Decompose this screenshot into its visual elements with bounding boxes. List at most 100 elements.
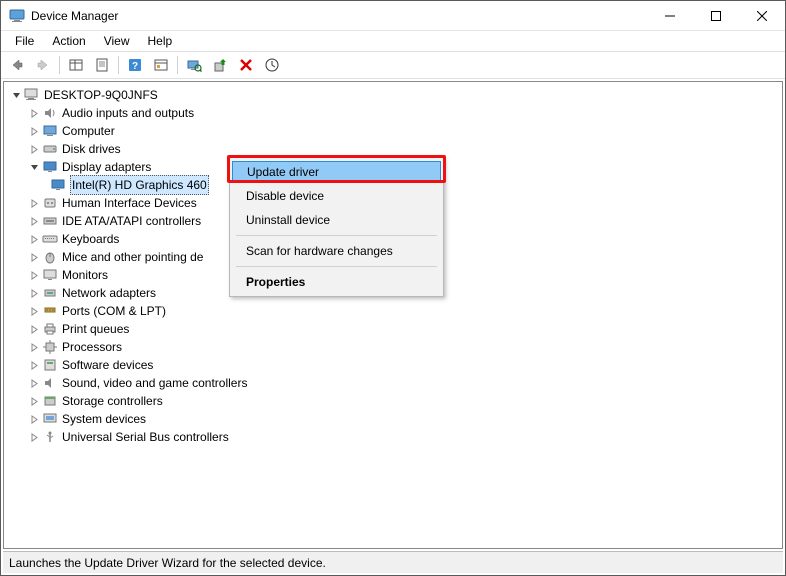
tree-label: Keyboards: [62, 230, 119, 248]
software-icon: [42, 357, 58, 373]
toolbar-separator: [118, 56, 119, 74]
toolbar-enable-button[interactable]: [260, 54, 284, 76]
tree-label: Audio inputs and outputs: [62, 104, 194, 122]
cpu-icon: [42, 339, 58, 355]
toolbar-separator: [177, 56, 178, 74]
system-icon: [42, 411, 58, 427]
titlebar: Device Manager: [1, 1, 785, 31]
window-title: Device Manager: [31, 9, 118, 23]
chevron-right-icon[interactable]: [28, 431, 40, 443]
device-manager-window: Device Manager File Action View Help: [0, 0, 786, 576]
tree-label: Universal Serial Bus controllers: [62, 428, 229, 446]
chevron-right-icon[interactable]: [28, 143, 40, 155]
tree-label: Display adapters: [62, 158, 151, 176]
toolbar-update-driver-button[interactable]: [208, 54, 232, 76]
close-button[interactable]: [739, 1, 785, 31]
toolbar: ?: [1, 51, 785, 79]
chevron-right-icon[interactable]: [28, 305, 40, 317]
toolbar-help-button[interactable]: ?: [123, 54, 147, 76]
ctx-label: Properties: [246, 275, 305, 289]
svg-text:?: ?: [132, 61, 138, 72]
computer-icon: [42, 123, 58, 139]
tree-label: Ports (COM & LPT): [62, 302, 166, 320]
monitor-icon: [42, 267, 58, 283]
chevron-right-icon[interactable]: [28, 197, 40, 209]
disk-icon: [42, 141, 58, 157]
tree-label: Intel(R) HD Graphics 460: [70, 175, 209, 195]
tree-root[interactable]: DESKTOP-9Q0JNFS: [8, 86, 782, 104]
chevron-right-icon[interactable]: [28, 107, 40, 119]
printer-icon: [42, 321, 58, 337]
chevron-right-icon[interactable]: [28, 323, 40, 335]
chevron-right-icon[interactable]: [28, 215, 40, 227]
ctx-label: Update driver: [247, 165, 319, 179]
tree-label: Human Interface Devices: [62, 194, 197, 212]
maximize-button[interactable]: [693, 1, 739, 31]
tree-category-software[interactable]: Software devices: [8, 356, 782, 374]
ctx-separator: [236, 266, 437, 267]
tree-root-label: DESKTOP-9Q0JNFS: [44, 86, 158, 104]
toolbar-back-button[interactable]: [5, 54, 29, 76]
tree-label: System devices: [62, 410, 146, 428]
device-tree-panel: DESKTOP-9Q0JNFS Audio inputs and outputs…: [3, 81, 783, 549]
tree-category-storage[interactable]: Storage controllers: [8, 392, 782, 410]
tree-label: Storage controllers: [62, 392, 163, 410]
tree-category-printers[interactable]: Print queues: [8, 320, 782, 338]
tree-category-computer[interactable]: Computer: [8, 122, 782, 140]
minimize-button[interactable]: [647, 1, 693, 31]
toolbar-options-button[interactable]: [149, 54, 173, 76]
chevron-right-icon[interactable]: [28, 233, 40, 245]
chevron-right-icon[interactable]: [28, 359, 40, 371]
chevron-right-icon[interactable]: [28, 287, 40, 299]
chevron-right-icon[interactable]: [28, 413, 40, 425]
ctx-properties[interactable]: Properties: [232, 270, 441, 294]
ctx-label: Disable device: [246, 189, 324, 203]
toolbar-properties-button[interactable]: [90, 54, 114, 76]
tree-label: Mice and other pointing de: [62, 248, 203, 266]
tree-category-usb[interactable]: Universal Serial Bus controllers: [8, 428, 782, 446]
menu-file[interactable]: File: [7, 33, 42, 49]
toolbar-separator: [59, 56, 60, 74]
toolbar-scan-hardware-button[interactable]: [182, 54, 206, 76]
ctx-uninstall-device[interactable]: Uninstall device: [232, 208, 441, 232]
tree-category-system[interactable]: System devices: [8, 410, 782, 428]
ctx-scan-hardware[interactable]: Scan for hardware changes: [232, 239, 441, 263]
tree-label: IDE ATA/ATAPI controllers: [62, 212, 201, 230]
status-text: Launches the Update Driver Wizard for th…: [9, 556, 326, 570]
chevron-right-icon[interactable]: [28, 125, 40, 137]
ctx-label: Uninstall device: [246, 213, 330, 227]
tree-category-processors[interactable]: Processors: [8, 338, 782, 356]
mouse-icon: [42, 249, 58, 265]
ctx-disable-device[interactable]: Disable device: [232, 184, 441, 208]
keyboard-icon: [42, 231, 58, 247]
chevron-right-icon[interactable]: [28, 395, 40, 407]
tree-label: Monitors: [62, 266, 108, 284]
tree-category-ports[interactable]: Ports (COM & LPT): [8, 302, 782, 320]
ctx-update-driver[interactable]: Update driver: [232, 161, 441, 183]
tree-label: Disk drives: [62, 140, 121, 158]
chevron-down-icon[interactable]: [28, 161, 40, 173]
tree-category-sound[interactable]: Sound, video and game controllers: [8, 374, 782, 392]
tree-label: Print queues: [62, 320, 129, 338]
menu-view[interactable]: View: [96, 33, 138, 49]
computer-icon: [24, 87, 40, 103]
menu-action[interactable]: Action: [44, 33, 93, 49]
chevron-down-icon[interactable]: [10, 89, 22, 101]
toolbar-uninstall-button[interactable]: [234, 54, 258, 76]
toolbar-forward-button[interactable]: [31, 54, 55, 76]
chevron-right-icon[interactable]: [28, 341, 40, 353]
tree-category-audio[interactable]: Audio inputs and outputs: [8, 104, 782, 122]
chevron-right-icon[interactable]: [28, 251, 40, 263]
tree-label: Computer: [62, 122, 115, 140]
sound-icon: [42, 375, 58, 391]
network-icon: [42, 285, 58, 301]
context-menu: Update driver Disable device Uninstall d…: [229, 157, 444, 297]
toolbar-show-hidden-button[interactable]: [64, 54, 88, 76]
tree-category-disk[interactable]: Disk drives: [8, 140, 782, 158]
menu-help[interactable]: Help: [140, 33, 181, 49]
display-icon: [42, 159, 58, 175]
chevron-right-icon[interactable]: [28, 377, 40, 389]
chevron-right-icon[interactable]: [28, 269, 40, 281]
display-icon: [50, 177, 66, 193]
ctx-label: Scan for hardware changes: [246, 244, 393, 258]
